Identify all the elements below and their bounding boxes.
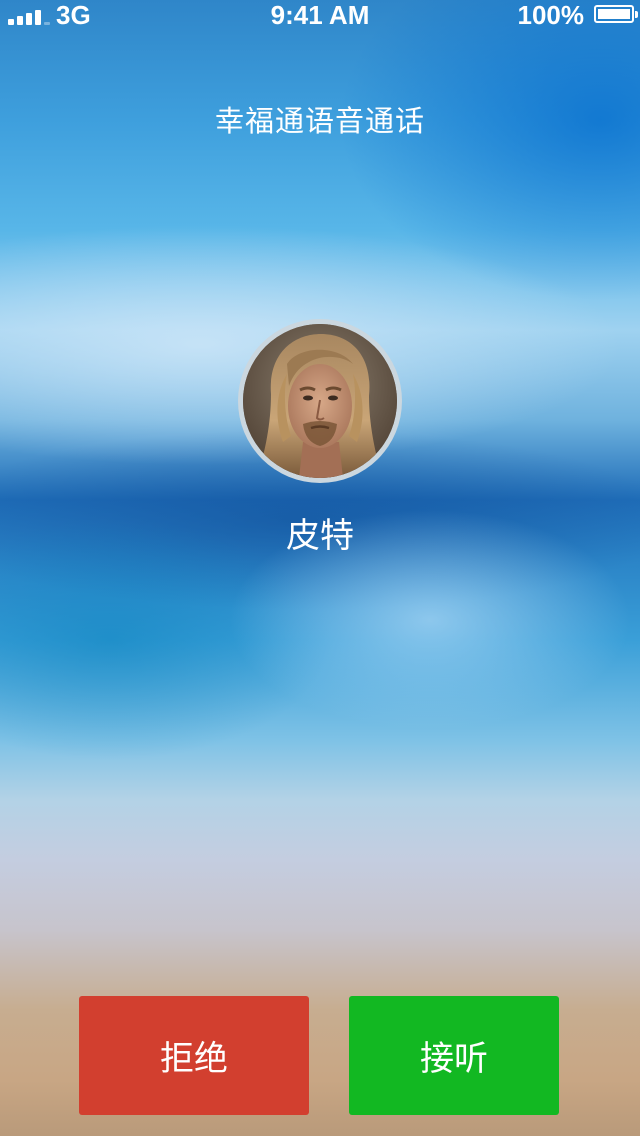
decline-button[interactable]: 拒绝 — [79, 996, 309, 1115]
answer-button[interactable]: 接听 — [349, 996, 559, 1115]
caller-name: 皮特 — [286, 516, 354, 556]
battery-icon — [594, 5, 638, 23]
decline-button-label: 拒绝 — [160, 1039, 228, 1079]
status-bar: 3G 9:41 AM 100% — [0, 0, 640, 40]
call-title: 幸福通语音通话 — [214, 104, 425, 138]
caller-avatar-photo — [243, 324, 397, 478]
battery-percent: 100% — [517, 0, 585, 30]
caller-avatar — [238, 319, 402, 483]
answer-button-label: 接听 — [420, 1039, 488, 1079]
incoming-call-screen: 3G 9:41 AM 100% 幸福通语音通话 皮特 拒绝 接听 — [0, 0, 640, 1136]
